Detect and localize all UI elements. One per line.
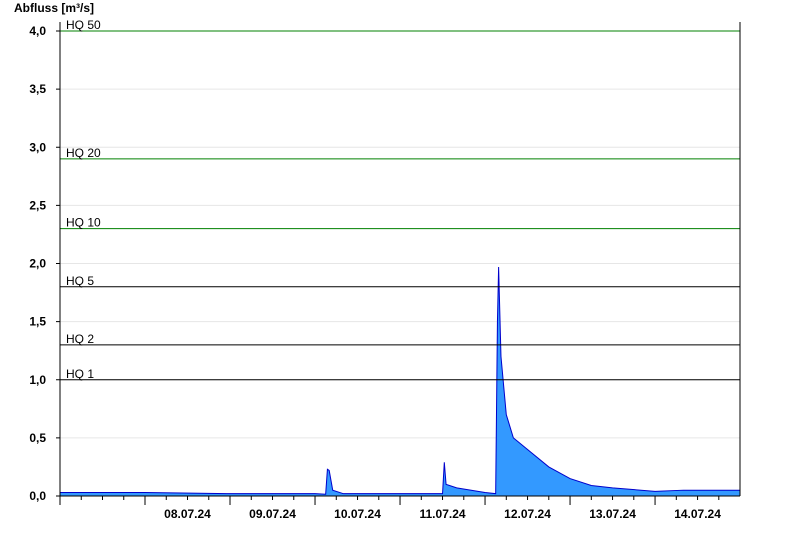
x-tick-label: 13.07.24 bbox=[589, 507, 636, 521]
y-tick-label: 3,5 bbox=[29, 82, 46, 96]
axes bbox=[59, 22, 741, 497]
x-tick-label: 08.07.24 bbox=[164, 507, 211, 521]
discharge-area bbox=[60, 266, 740, 496]
hq-label: HQ 1 bbox=[66, 367, 94, 381]
discharge-chart: HQ 1 HQ 2 HQ 5 HQ 10 HQ 20 HQ 50 0,0 0,5 1,0 1,5… bbox=[29, 18, 741, 521]
y-tick-label: 1,5 bbox=[29, 315, 46, 329]
x-tick-label: 11.07.24 bbox=[420, 507, 466, 521]
x-tick-label: 14.07.24 bbox=[674, 507, 721, 521]
hq-label: HQ 20 bbox=[66, 146, 101, 160]
x-tick-label: 12.07.24 bbox=[504, 507, 551, 521]
x-tick-label: 09.07.24 bbox=[249, 507, 296, 521]
y-tick-label: 4,0 bbox=[29, 24, 46, 38]
y-tick-label: 2,5 bbox=[29, 198, 46, 212]
x-tick-label: 10.07.24 bbox=[334, 507, 381, 521]
hq-label: HQ 50 bbox=[66, 18, 101, 32]
y-tick-label: 2,0 bbox=[29, 257, 46, 271]
hq-label: HQ 10 bbox=[66, 216, 101, 230]
x-tick-labels: 08.07.24 09.07.24 10.07.24 11.07.24 12.07.24… bbox=[59, 496, 721, 521]
y-tick-label: 3,0 bbox=[29, 140, 46, 154]
area-layer bbox=[60, 266, 740, 496]
y-tick-label: 1,0 bbox=[29, 373, 46, 387]
y-tick-label: 0,0 bbox=[29, 489, 46, 503]
reference-lines: HQ 1 HQ 2 HQ 5 HQ 10 HQ 20 HQ 50 bbox=[60, 18, 740, 381]
hq-label: HQ 2 bbox=[66, 332, 94, 346]
y-tick-label: 0,5 bbox=[29, 431, 46, 445]
hq-label: HQ 5 bbox=[66, 274, 94, 288]
y-tick-labels: 0,0 0,5 1,0 1,5 2,0 2,5 3,0 3,5 4,0 bbox=[29, 24, 60, 503]
discharge-line bbox=[60, 266, 740, 495]
grid-layer bbox=[60, 30, 740, 439]
